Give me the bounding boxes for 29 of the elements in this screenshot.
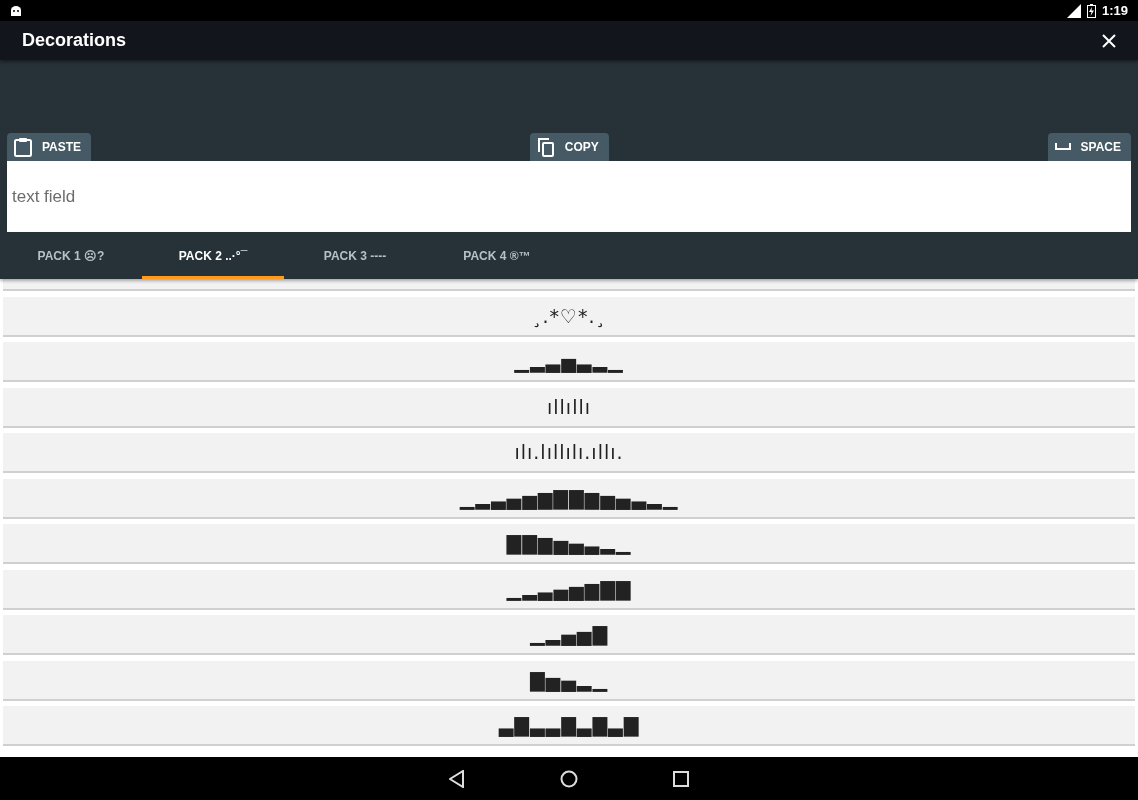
android-icon — [10, 4, 22, 17]
signal-icon — [1066, 3, 1081, 18]
decoration-row[interactable]: ▁▂▄▅▇ — [3, 615, 1135, 655]
clock-time: 1:19 — [1101, 3, 1128, 18]
battery-icon — [1086, 3, 1096, 18]
decoration-row[interactable]: ıllıllı — [3, 387, 1135, 428]
decoration-row[interactable]: ılı.lıllılı.ıllı. — [3, 433, 1135, 473]
decoration-row[interactable]: ▇▅▄▂▁ — [3, 660, 1135, 701]
back-button[interactable] — [449, 769, 465, 788]
text-field[interactable]: text field — [7, 161, 1131, 232]
copy-button[interactable]: COPY — [529, 133, 609, 161]
decoration-row[interactable]: ▁▂▃▄▅▆▇▇ — [3, 569, 1135, 610]
decoration-row[interactable]: ¸.*♡*.¸ — [3, 296, 1135, 337]
window-title: Decorations — [22, 30, 128, 51]
decoration-row[interactable]: ▁▂▃▄▅▆▇▇▆▅▄▃▂▁ — [3, 478, 1135, 519]
space-icon — [1054, 143, 1071, 151]
space-button[interactable]: SPACE — [1047, 133, 1131, 161]
decoration-row[interactable]: ▇▇▆▅▄▃▂▁ — [3, 524, 1135, 564]
clipboard-icon — [14, 137, 32, 157]
pack-tab[interactable]: PACK 4 ®™ — [426, 232, 568, 279]
close-button[interactable] — [1100, 31, 1118, 50]
paste-button[interactable]: PASTE — [7, 133, 92, 161]
decoration-row[interactable]: ▁▂▃▅▃▂▁ — [3, 342, 1135, 382]
pack-tab[interactable]: PACK 3 ---- — [284, 232, 426, 279]
home-button[interactable] — [560, 769, 578, 788]
copy-icon — [536, 137, 555, 157]
pack-tab[interactable]: PACK 1 ☹? — [0, 232, 142, 279]
decoration-row[interactable]: ▃▇▃▃▇▃▇▃▇ — [3, 706, 1135, 746]
recents-button[interactable] — [673, 770, 689, 787]
